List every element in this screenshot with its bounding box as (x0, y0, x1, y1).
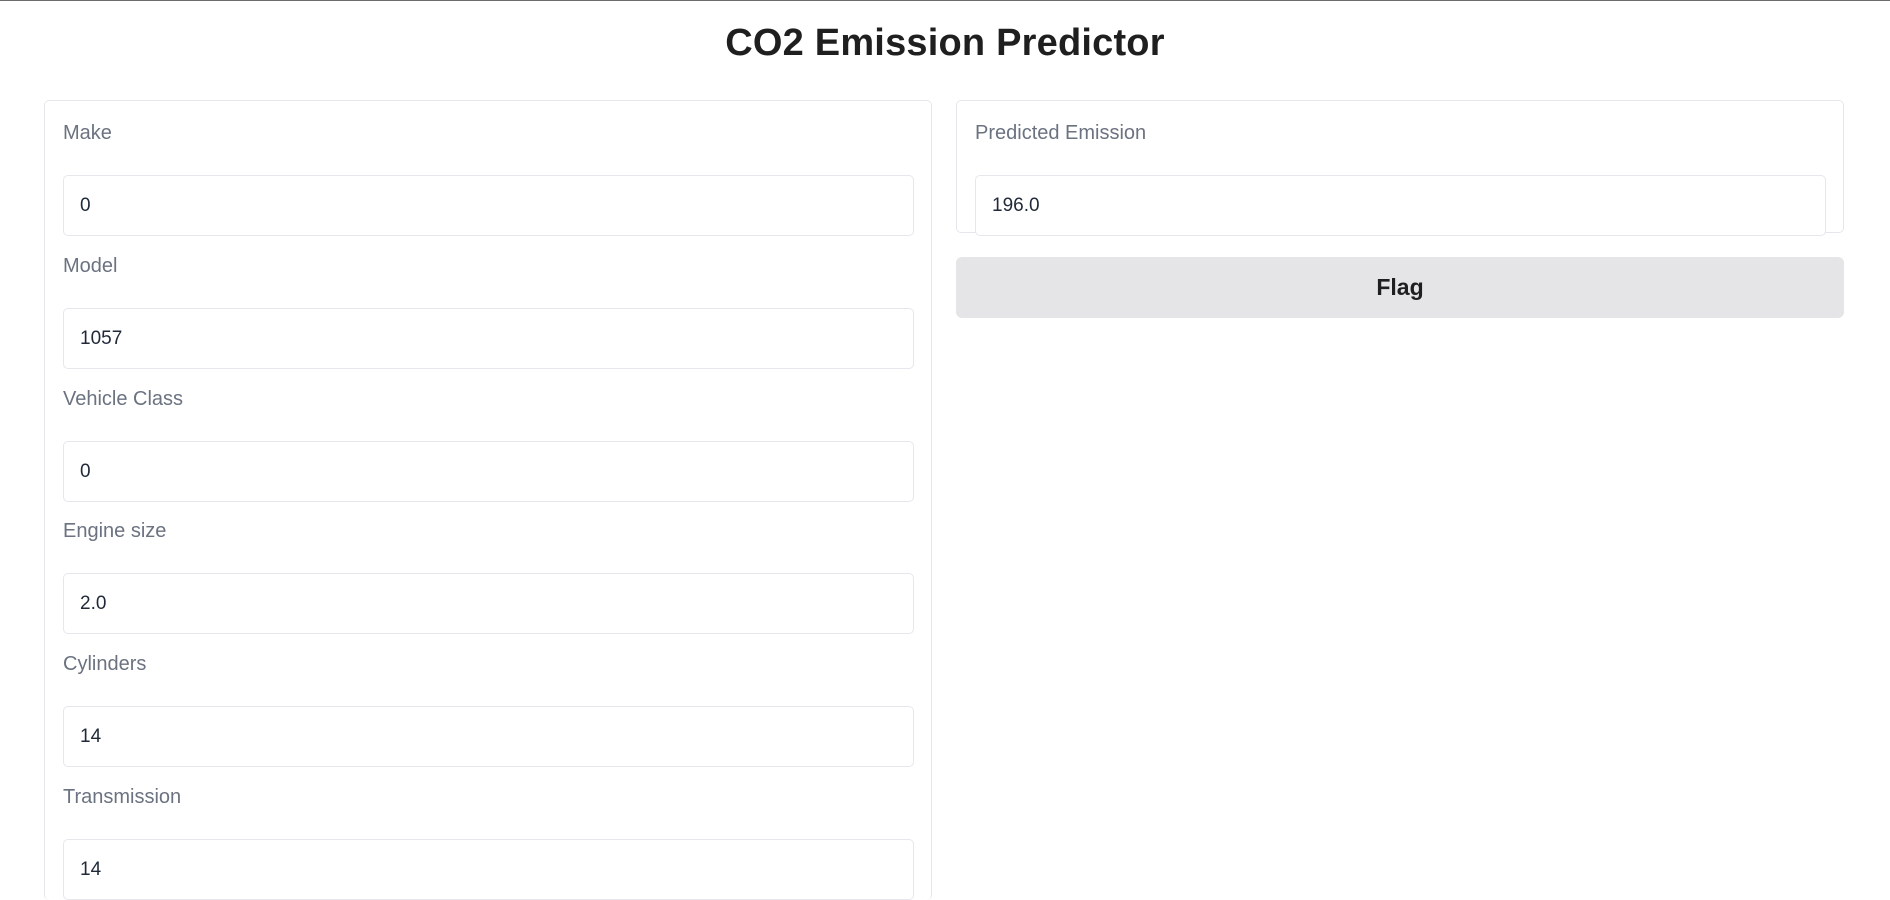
transmission-input[interactable] (63, 839, 914, 900)
make-field: Make (63, 119, 914, 236)
output-panel: Predicted Emission (956, 100, 1844, 236)
top-divider (0, 0, 1890, 1)
vehicle-class-input[interactable] (63, 441, 914, 502)
predicted-emission-output[interactable] (975, 175, 1826, 236)
vehicle-class-label: Vehicle Class (63, 388, 184, 410)
cylinders-field: Cylinders (63, 650, 914, 767)
make-input[interactable] (63, 175, 914, 236)
model-field: Model (63, 252, 914, 369)
flag-button[interactable]: Flag (956, 257, 1844, 318)
page-title: CO2 Emission Predictor (725, 22, 1165, 64)
predicted-emission-label: Predicted Emission (975, 122, 1147, 144)
cylinders-input[interactable] (63, 706, 914, 767)
engine-size-input[interactable] (63, 573, 914, 634)
vehicle-class-field: Vehicle Class (63, 385, 914, 502)
engine-size-label: Engine size (63, 520, 167, 542)
engine-size-field: Engine size (63, 517, 914, 634)
cylinders-label: Cylinders (63, 653, 147, 675)
model-label: Model (63, 255, 118, 277)
model-input[interactable] (63, 308, 914, 369)
transmission-field: Transmission (63, 783, 914, 900)
transmission-label: Transmission (63, 786, 182, 808)
predicted-emission-field: Predicted Emission (975, 119, 1826, 236)
make-label: Make (63, 122, 112, 144)
input-panel: Make Model Vehicle Class Engine size Cyl… (44, 100, 932, 900)
